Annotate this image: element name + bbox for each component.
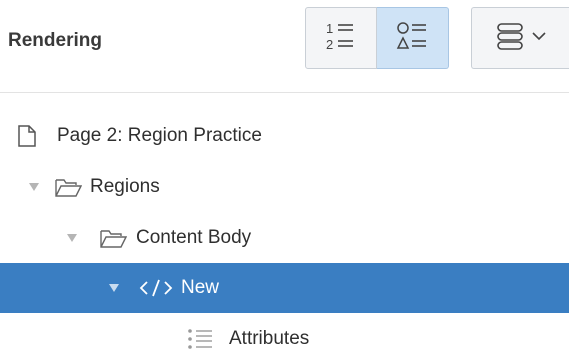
expand-triangle-icon[interactable] xyxy=(107,281,121,295)
tree-node-label: Page 2: Region Practice xyxy=(57,124,262,146)
folder-open-icon xyxy=(54,176,82,198)
expand-triangle-icon[interactable] xyxy=(27,180,41,194)
panel-title: Rendering xyxy=(8,30,102,51)
svg-text:1: 1 xyxy=(326,21,333,36)
numbered-list-view-button[interactable]: 1 2 xyxy=(305,7,377,69)
attributes-list-icon xyxy=(186,327,216,351)
tree-node-attributes[interactable]: Attributes xyxy=(0,313,569,354)
code-tag-icon xyxy=(139,277,173,299)
shapes-list-icon xyxy=(395,19,431,58)
tree-node-new[interactable]: New xyxy=(0,263,569,313)
numbered-list-icon: 1 2 xyxy=(323,19,359,58)
tree-node-label: Content Body xyxy=(136,226,252,248)
stacked-menu-icon xyxy=(495,21,525,56)
folder-open-icon xyxy=(99,227,127,249)
tree-node-regions[interactable]: Regions xyxy=(0,161,569,212)
view-toggle-group: 1 2 xyxy=(305,7,449,71)
panel-header: Rendering 1 2 xyxy=(0,0,569,93)
tree-node-content-body[interactable]: Content Body xyxy=(0,212,569,263)
tree-node-label: Attributes xyxy=(229,327,310,349)
svg-text:2: 2 xyxy=(326,37,333,52)
rendering-tree: Page 2: Region Practice Regions Content … xyxy=(0,110,569,354)
tree-node-label: Regions xyxy=(90,175,160,197)
display-options-menu-button[interactable] xyxy=(471,7,569,69)
rendering-panel: Rendering 1 2 Page 2: Region Practice Re… xyxy=(0,0,569,354)
shapes-list-view-button[interactable] xyxy=(377,7,449,69)
expand-triangle-icon[interactable] xyxy=(65,231,79,245)
tree-node-label: New xyxy=(181,277,220,298)
page-icon xyxy=(17,124,37,148)
tree-node-page[interactable]: Page 2: Region Practice xyxy=(0,110,569,161)
chevron-down-icon xyxy=(531,29,547,47)
